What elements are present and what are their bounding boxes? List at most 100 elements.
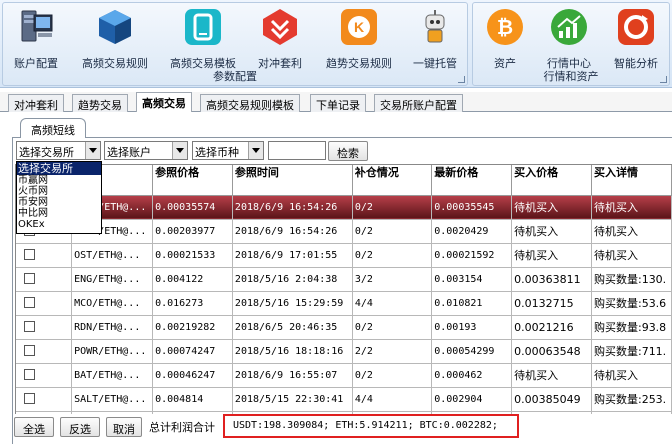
tab-order-records[interactable]: 下单记录 <box>310 94 366 112</box>
ref-time-cell: 2018/5/16 18:18:16 <box>232 339 353 364</box>
chevron-down-icon[interactable] <box>172 142 187 159</box>
account-config-button[interactable]: 账户配置 <box>5 7 67 71</box>
dropdown-item[interactable]: 火币网 <box>17 186 101 197</box>
market-center-button[interactable]: 行情中心 <box>539 7 599 71</box>
dropdown-item[interactable]: 选择交易所 <box>17 162 101 175</box>
hedge-arrows-icon <box>260 7 300 47</box>
col-header-cover[interactable]: 补仓情况 <box>352 165 433 196</box>
table-row[interactable]: RDN/ETH@... 0.00219282 2018/6/5 20:46:35 0/… <box>16 315 672 340</box>
buy-price-cell: 待机买入 <box>511 243 592 268</box>
ref-time-cell: 2018/6/5 20:46:35 <box>232 315 353 340</box>
row-checkbox[interactable] <box>24 393 35 405</box>
table-row[interactable]: OST/ETH@... 0.00021533 2018/6/9 17:01:55 0/… <box>16 243 672 268</box>
ref-time-cell: 2018/6/9 16:54:26 <box>232 219 353 244</box>
dropdown-item[interactable]: 币赢网 <box>17 175 101 186</box>
pair-cell: OST/ETH@... <box>71 243 154 268</box>
cancel-button[interactable]: 取消 <box>106 417 142 437</box>
buy-detail-cell: 待机买入 <box>591 219 672 244</box>
buy-detail-cell: 购买数量:253. <box>591 387 672 412</box>
ref-price-cell: 0.00203977 <box>152 219 233 244</box>
buy-price-cell: 0.00209678 <box>511 411 592 414</box>
ref-price-cell: 0.016273 <box>152 291 233 316</box>
account-select[interactable]: 选择账户 <box>104 141 188 160</box>
total-profit-label: 总计利润合计 <box>149 421 215 434</box>
row-select-cell <box>16 243 73 268</box>
buy-price-cell: 待机买入 <box>511 219 592 244</box>
row-checkbox[interactable] <box>24 345 35 357</box>
buy-price-cell: 0.0021216 <box>511 315 592 340</box>
dropdown-item[interactable]: 币安网 <box>17 197 101 208</box>
table-row[interactable]: ...E/ETH@... 0.00203977 2018/6/9 16:54:26 0… <box>16 219 672 244</box>
tab-exchange-accounts[interactable]: 交易所账户配置 <box>374 94 463 112</box>
latest-price-cell: 0.003154 <box>431 267 513 292</box>
hedge-arbitrage-button[interactable]: 对冲套利 <box>249 7 311 71</box>
svg-text:K: K <box>354 19 364 35</box>
buy-detail-cell: 购买数量:711. <box>591 339 672 364</box>
buy-price-cell: 待机买入 <box>511 195 592 220</box>
row-checkbox[interactable] <box>24 321 35 333</box>
pair-cell: FXX/ETH@... <box>71 411 154 414</box>
cover-cell: 3/2 <box>352 267 433 292</box>
chevron-down-icon[interactable] <box>248 142 263 159</box>
hf-trade-rules-button[interactable]: 高频交易规则 <box>75 7 155 71</box>
buy-price-cell: 0.0132715 <box>511 291 592 316</box>
trend-trade-rules-button[interactable]: K 趋势交易规则 <box>317 7 401 71</box>
col-header-ref-time[interactable]: 参照时间 <box>232 165 353 196</box>
latest-price-cell: 0.010821 <box>431 291 513 316</box>
row-checkbox[interactable] <box>24 273 35 285</box>
orange-k-icon: K <box>339 7 379 47</box>
ref-price-cell: 0.004122 <box>152 267 233 292</box>
pair-cell: SALT/ETH@... <box>71 387 154 412</box>
col-header-buy-detail[interactable]: 买入详情 <box>591 165 672 196</box>
smart-analysis-button[interactable]: 智能分析 <box>605 7 667 71</box>
params-group-launcher-icon[interactable] <box>458 76 465 83</box>
pair-cell: MCO/ETH@... <box>71 291 154 316</box>
search-input[interactable] <box>268 141 326 160</box>
tab-hf-trading[interactable]: 高频交易 <box>136 92 192 113</box>
search-button[interactable]: 检索 <box>328 141 368 161</box>
table-row[interactable]: MCO/ETH@... 0.016273 2018/5/16 15:29:59 4/4… <box>16 291 672 316</box>
tab-hedge-arbitrage[interactable]: 对冲套利 <box>8 94 64 112</box>
one-click-custody-button[interactable]: 一键托管 <box>407 7 463 71</box>
exchange-select[interactable]: 选择交易所 <box>16 141 101 160</box>
bitcoin-icon: ₿ <box>485 7 525 47</box>
tab-trend-trading[interactable]: 趋势交易 <box>72 94 128 112</box>
row-select-cell <box>16 411 73 414</box>
tab-hf-rule-template[interactable]: 高频交易规则模板 <box>200 94 300 112</box>
row-checkbox[interactable] <box>24 297 35 309</box>
col-header-buy-price[interactable]: 买入价格 <box>511 165 592 196</box>
pair-cell: BAT/ETH@... <box>71 363 154 388</box>
cover-cell: 4/4 <box>352 291 433 316</box>
buy-detail-cell: 待机买入 <box>591 195 672 220</box>
main-tab-bar: 对冲套利 趋势交易 高频交易 高频交易规则模板 下单记录 交易所账户配置 <box>0 92 672 113</box>
buy-detail-cell: 待机买入 <box>591 243 672 268</box>
invert-selection-button[interactable]: 反选 <box>60 417 100 437</box>
cover-cell: 0/2 <box>352 243 433 268</box>
table-row[interactable]: POWR/ETH@... 0.00074247 2018/5/16 18:18:16… <box>16 339 672 364</box>
table-row[interactable]: BAT/ETH@... 0.00046247 2018/6/9 16:55:07 0/… <box>16 363 672 388</box>
table-row[interactable]: ...T/ETH@... 0.00035574 2018/6/9 16:54:26 0… <box>16 195 672 220</box>
dropdown-item[interactable]: OKEx <box>17 219 101 230</box>
col-header-ref-price[interactable]: 参照价格 <box>152 165 233 196</box>
latest-price-cell: 0.00035545 <box>431 195 513 220</box>
row-select-cell <box>16 363 73 388</box>
strategy-table: 参照价格 参照时间 补仓情况 最新价格 买入价格 买入详情 ...T/ETH@.… <box>15 164 672 414</box>
row-select-cell <box>16 267 73 292</box>
assets-button[interactable]: ₿ 资产 <box>477 7 533 71</box>
col-header-latest-price[interactable]: 最新价格 <box>431 165 513 196</box>
ref-time-cell: 2018/6/9 16:55:07 <box>232 363 353 388</box>
hf-trade-template-button[interactable]: 高频交易模板 <box>163 7 243 71</box>
market-group-launcher-icon[interactable] <box>660 76 667 83</box>
row-checkbox[interactable] <box>24 369 35 381</box>
select-all-button[interactable]: 全选 <box>14 417 54 437</box>
pair-cell: ENG/ETH@... <box>71 267 154 292</box>
table-row[interactable]: ENG/ETH@... 0.004122 2018/5/16 2:04:38 3/2 0… <box>16 267 672 292</box>
tab-hf-short[interactable]: 高频短线 <box>20 118 86 138</box>
coin-select[interactable]: 选择币种 <box>192 141 264 160</box>
row-checkbox[interactable] <box>24 249 35 261</box>
dropdown-item[interactable]: 中比网 <box>17 208 101 219</box>
chevron-down-icon[interactable] <box>85 142 100 159</box>
table-row[interactable]: SALT/ETH@... 0.004814 2018/5/15 22:30:41 4/… <box>16 387 672 412</box>
blue-cube-icon <box>95 7 135 47</box>
tablet-icon <box>183 7 223 47</box>
